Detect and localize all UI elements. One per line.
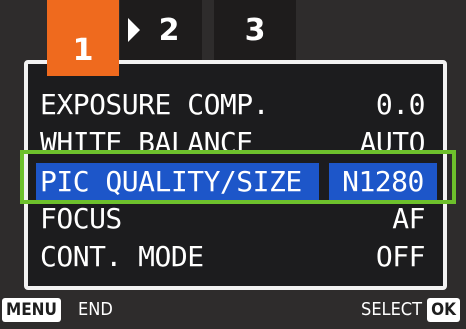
camera-menu-screen: 1 2 3 EXPOSURE COMP. 0.0 WHITE BALANCE A… <box>0 0 466 329</box>
tab-1[interactable]: 1 <box>47 0 119 76</box>
selection-highlight-frame <box>20 150 456 204</box>
chevron-right-icon <box>128 18 140 42</box>
menu-item-cont-mode[interactable]: CONT. MODE OFF <box>34 238 437 276</box>
tab-3[interactable]: 3 <box>214 0 296 60</box>
tab-1-label: 1 <box>72 33 94 68</box>
menu-item-label: FOCUS <box>40 202 122 235</box>
menu-item-focus[interactable]: FOCUS AF <box>34 200 437 238</box>
menu-item-value: AF <box>392 202 425 235</box>
menu-item-value: 0.0 <box>375 88 426 121</box>
ok-key-badge[interactable]: OK <box>427 298 460 322</box>
menu-item-label: CONT. MODE <box>40 240 204 273</box>
menu-item-value: OFF <box>375 240 426 273</box>
end-label: END <box>78 299 113 320</box>
tab-3-label: 3 <box>244 12 266 48</box>
menu-key-badge[interactable]: MENU <box>2 298 61 322</box>
tab-2-label: 2 <box>158 12 180 48</box>
menu-item-exposure-comp[interactable]: EXPOSURE COMP. 0.0 <box>34 86 437 124</box>
footer-bar: MENU END SELECT OK <box>0 294 466 329</box>
select-label: SELECT <box>361 299 422 320</box>
tab-2[interactable]: 2 <box>120 0 202 60</box>
menu-item-label: EXPOSURE COMP. <box>40 88 270 121</box>
